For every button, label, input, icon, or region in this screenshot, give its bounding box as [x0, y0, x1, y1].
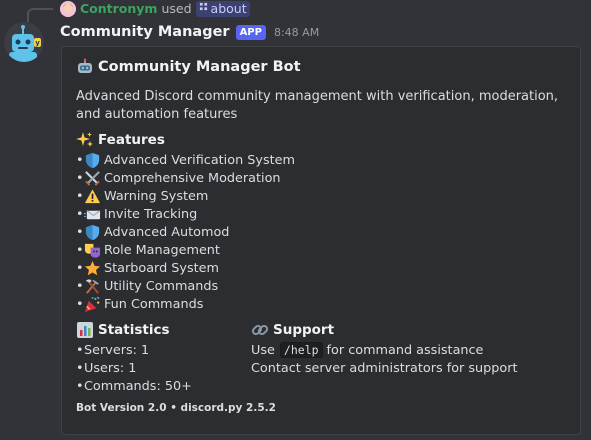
bullet: •	[76, 278, 84, 294]
list-item: • Utility Commands	[76, 277, 295, 295]
incoming-envelope-icon	[84, 206, 101, 223]
feature-label: Warning System	[104, 188, 209, 204]
list-item: • Role Management	[76, 241, 295, 259]
user-avatar-icon[interactable]	[60, 0, 76, 17]
support-line-help: Use /help for command assistance	[251, 341, 518, 359]
features-heading-text: Features	[98, 132, 165, 148]
stat-value: Commands: 50+	[84, 378, 192, 394]
sparkles-icon	[76, 131, 94, 149]
bot-embed: Community Manager Bot Advanced Discord c…	[61, 46, 581, 435]
bullet: •	[76, 242, 84, 258]
bullet: •	[76, 296, 84, 312]
list-item: • Users: 1	[76, 359, 192, 377]
bullet: •	[76, 152, 84, 168]
reply-connector	[27, 8, 53, 22]
stat-value: Users: 1	[84, 360, 137, 376]
app-badge: APP	[235, 24, 266, 40]
warning-icon	[84, 188, 101, 205]
bullet: •	[76, 360, 84, 376]
robot-avatar-icon[interactable]: y	[4, 22, 44, 62]
list-item: • Invite Tracking	[76, 205, 295, 223]
features-heading: Features	[76, 130, 165, 150]
feature-label: Comprehensive Moderation	[104, 170, 281, 186]
shield-icon	[84, 224, 101, 241]
embed-title: Community Manager Bot	[76, 58, 301, 76]
link-icon	[251, 321, 269, 339]
help-command-code: /help	[279, 342, 323, 358]
feature-label: Starboard System	[104, 260, 219, 276]
bullet: •	[76, 170, 84, 186]
statistics-heading-text: Statistics	[98, 322, 170, 338]
support-heading-text: Support	[273, 322, 335, 338]
list-item: • Servers: 1	[76, 341, 192, 359]
statistics-list: • Servers: 1 • Users: 1 • Commands: 50+	[76, 341, 192, 395]
support-heading: Support	[251, 320, 334, 340]
bullet: •	[76, 378, 84, 394]
command-mention[interactable]: about	[195, 0, 250, 17]
message-timestamp[interactable]: 8:48 AM	[274, 26, 319, 39]
list-item: • Advanced Automod	[76, 223, 295, 241]
bullet: •	[76, 188, 84, 204]
feature-label: Role Management	[104, 242, 220, 258]
list-item: • Fun Commands	[76, 295, 295, 313]
list-item: • Starboard System	[76, 259, 295, 277]
feature-label: Advanced Automod	[104, 224, 230, 240]
support-prefix: Use	[251, 342, 275, 358]
feature-label: Fun Commands	[104, 296, 204, 312]
bullet: •	[76, 342, 84, 358]
reply-username[interactable]: Contronym	[80, 1, 157, 16]
crossed-swords-icon	[84, 170, 101, 187]
statistics-heading: Statistics	[76, 320, 170, 340]
command-name: about	[210, 0, 247, 16]
bar-chart-icon	[76, 321, 94, 339]
features-list: • Advanced Verification System • Compreh…	[76, 151, 295, 313]
feature-label: Invite Tracking	[104, 206, 198, 222]
bullet: •	[76, 224, 84, 240]
support-text: Use /help for command assistance Contact…	[251, 341, 518, 377]
list-item: • Advanced Verification System	[76, 151, 295, 169]
slash-command-icon	[199, 2, 208, 14]
support-line-contact: Contact server administrators for suppor…	[251, 360, 518, 376]
feature-label: Advanced Verification System	[104, 152, 295, 168]
author-name[interactable]: Community Manager	[60, 24, 230, 40]
feature-label: Utility Commands	[104, 278, 219, 294]
embed-title-text: Community Manager Bot	[98, 59, 301, 75]
stat-value: Servers: 1	[84, 342, 150, 358]
star-icon	[84, 260, 101, 277]
robot-icon	[76, 58, 94, 76]
reply-used-text: used	[161, 1, 192, 16]
shield-icon	[84, 152, 101, 169]
bullet: •	[76, 206, 84, 222]
list-item: • Commands: 50+	[76, 377, 192, 395]
list-item: • Warning System	[76, 187, 295, 205]
party-popper-icon	[84, 296, 101, 313]
message-header: Community Manager APP 8:48 AM	[60, 22, 319, 42]
hammer-pick-icon	[84, 278, 101, 295]
svg-text:y: y	[35, 39, 40, 47]
embed-footer: Bot Version 2.0 • discord.py 2.5.2	[76, 402, 276, 414]
embed-description: Advanced Discord community management wi…	[76, 89, 559, 122]
support-suffix: for command assistance	[326, 342, 484, 358]
bullet: •	[76, 260, 84, 276]
list-item: • Comprehensive Moderation	[76, 169, 295, 187]
performing-arts-icon	[84, 242, 101, 259]
reply-context: Contronym used about	[60, 0, 250, 17]
